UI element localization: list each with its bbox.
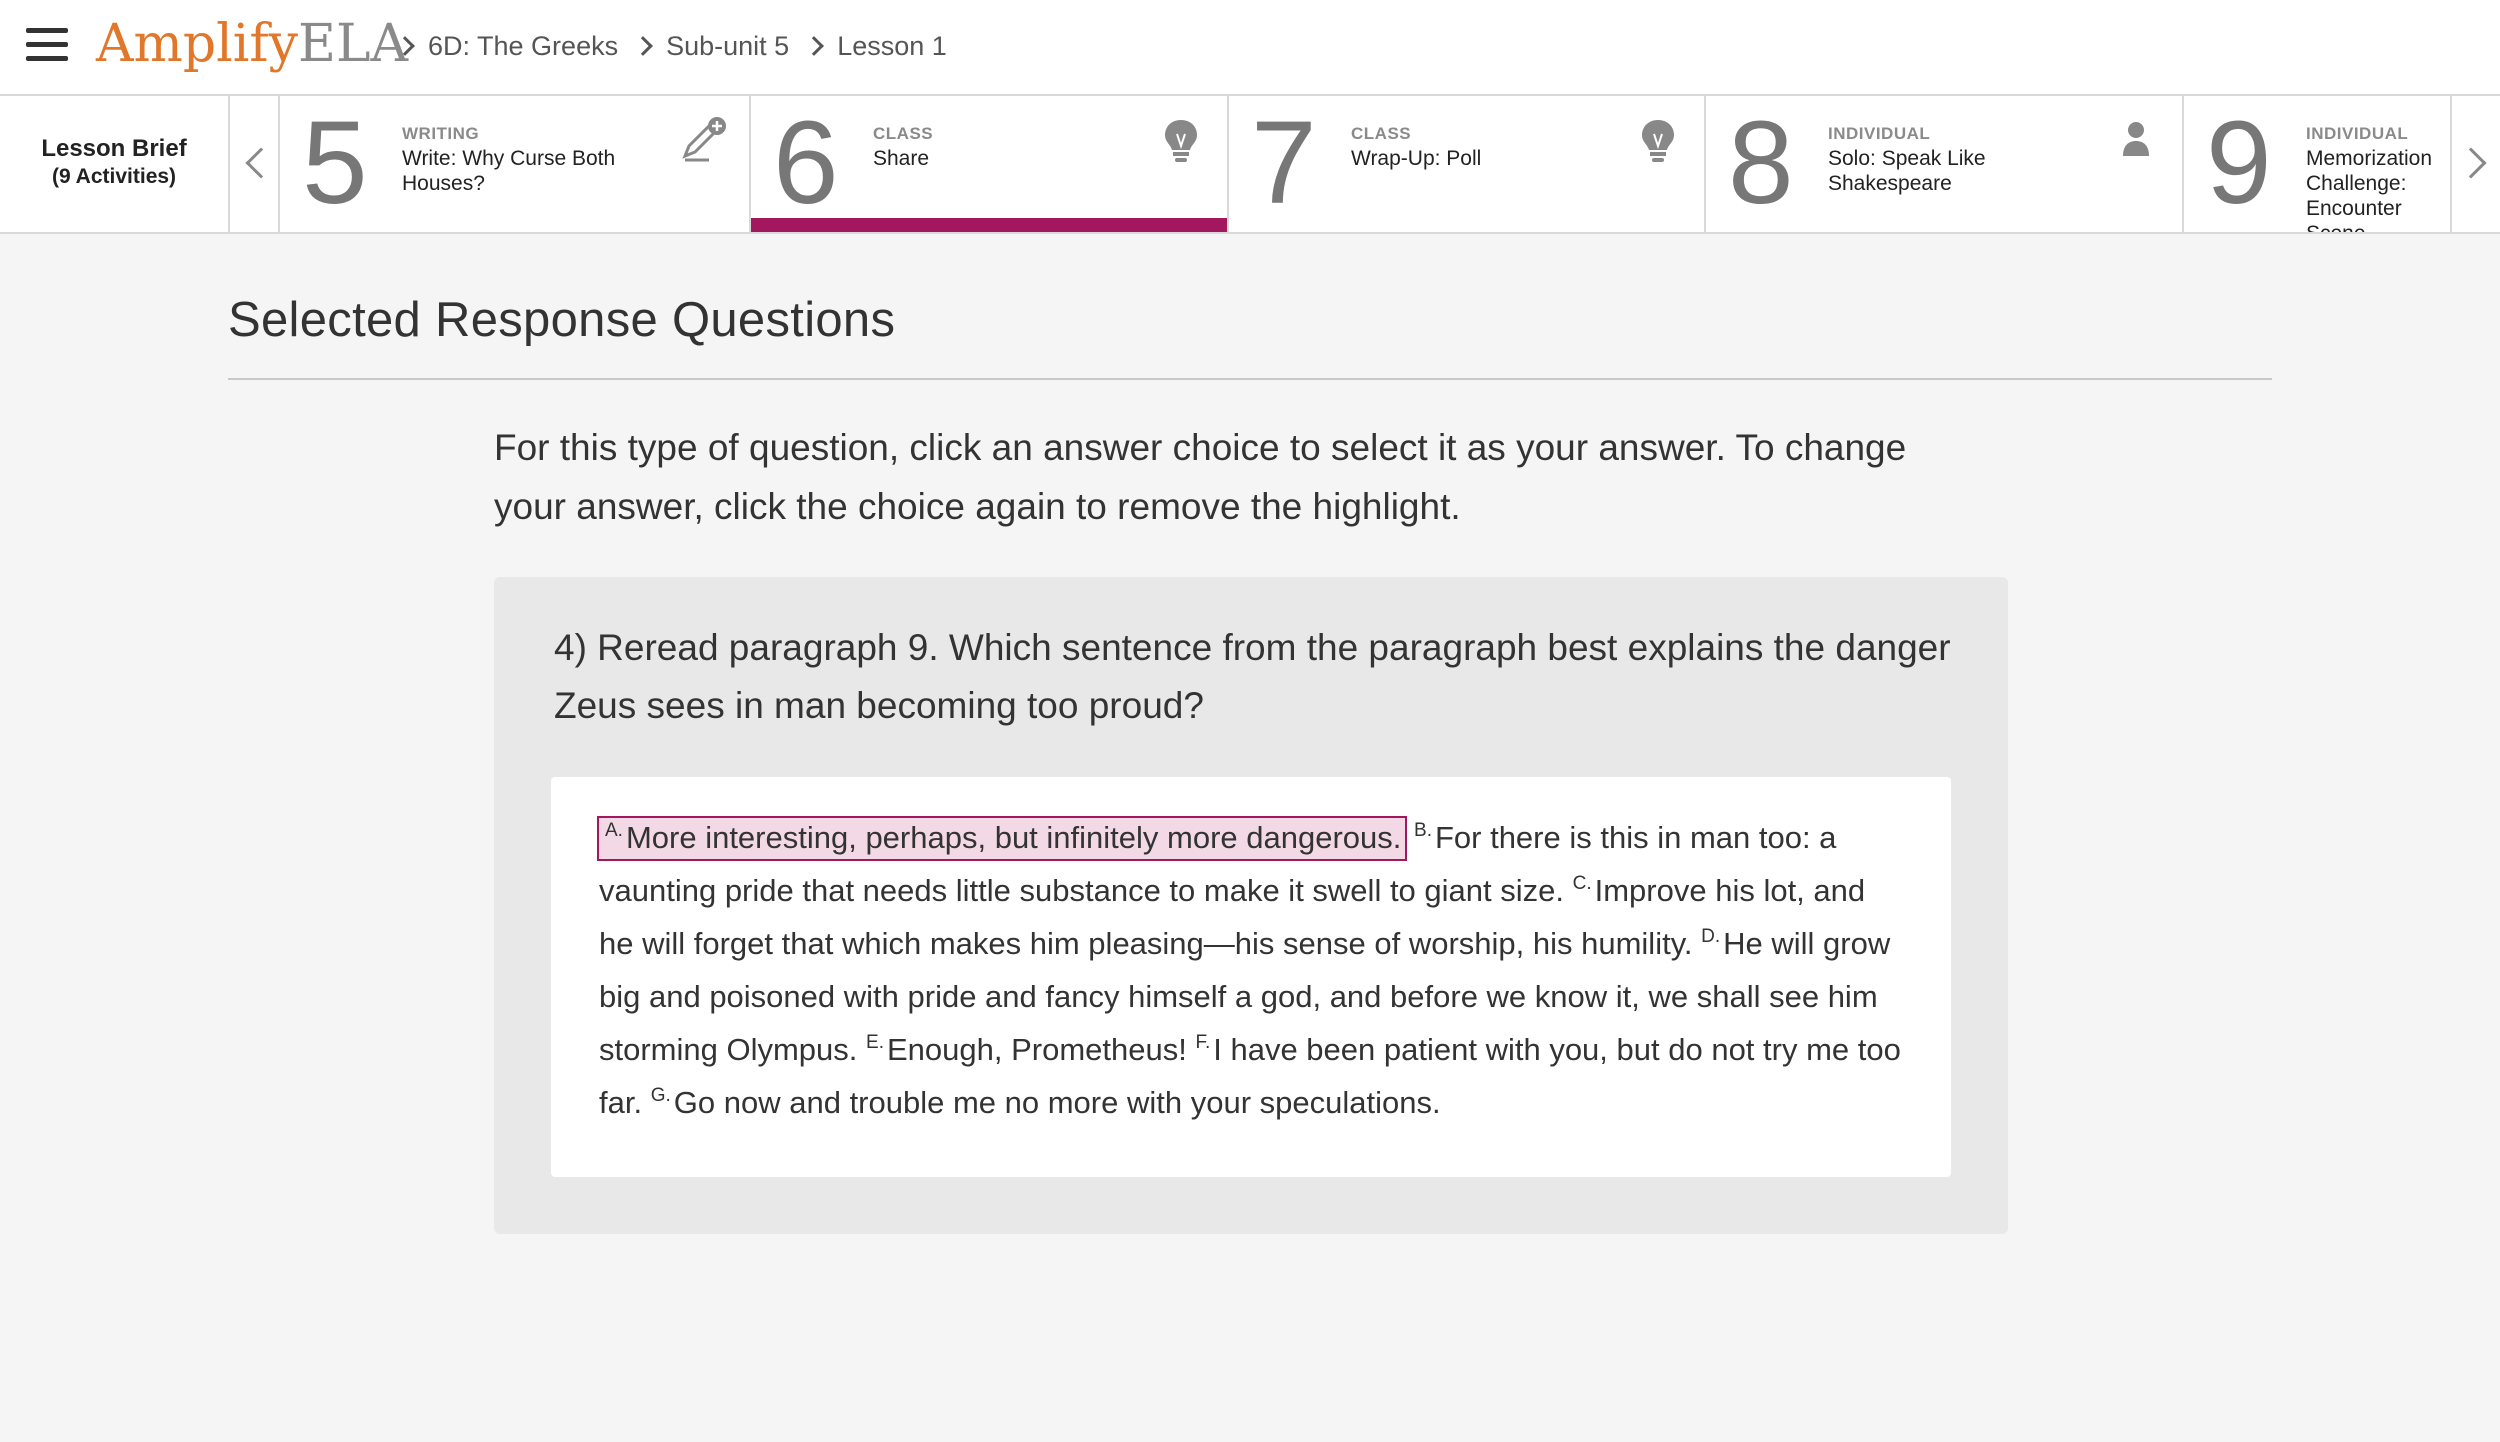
menu-icon[interactable] (26, 28, 68, 62)
person-icon (2123, 122, 2149, 156)
activity-number: 8 (1728, 97, 1794, 229)
logo-brand: Amplify (96, 14, 299, 74)
lesson-brief-count: (9 Activities) (51, 165, 177, 188)
choice-letter: D. (1701, 926, 1721, 947)
section-title: Selected Response Questions (228, 293, 896, 347)
section-divider (228, 378, 2272, 380)
activity-category: CLASS (1351, 124, 1412, 143)
lesson-brief-title: Lesson Brief (41, 135, 187, 162)
activity-category: WRITING (402, 124, 480, 143)
activity-category: INDIVIDUAL (2306, 124, 2409, 143)
choice-text: More interesting, perhaps, but infinitel… (625, 820, 1402, 855)
choice-letter: G. (650, 1085, 671, 1106)
activity-strip: Lesson Brief (9 Activities) 5 WRITING Wr… (0, 96, 2500, 234)
instructions-text: For this type of question, click an answ… (494, 427, 1907, 527)
breadcrumb-unit[interactable]: 6D: The Greeks (428, 31, 618, 62)
amplify-ela-logo[interactable]: AmplifyELA (96, 12, 408, 76)
top-bar: AmplifyELA 6D: The Greeks Sub-unit 5 Les… (0, 0, 2500, 96)
choice-letter: B. (1414, 820, 1432, 841)
chevron-left-icon (245, 147, 277, 179)
answer-choice-a[interactable]: A.More interesting, perhaps, but infinit… (596, 816, 1408, 861)
choice-text: Go now and trouble me no more with your … (673, 1085, 1441, 1120)
activity-title: Share (873, 147, 930, 170)
activity-card-7[interactable]: 7 CLASS Wrap-Up: Poll (1229, 96, 1706, 232)
active-activity-indicator (751, 218, 1227, 232)
next-activities-button[interactable] (2450, 96, 2500, 232)
answer-choice-e[interactable]: E.Enough, Prometheus! (866, 1032, 1187, 1067)
activity-title: Write: Why Curse Both Houses? (402, 147, 616, 195)
lesson-brief-button[interactable]: Lesson Brief (9 Activities) (0, 96, 230, 232)
choice-letter: A. (605, 820, 623, 841)
activity-number: 6 (773, 97, 839, 229)
activity-title: Wrap-Up: Poll (1351, 147, 1482, 170)
activity-title: Solo: Speak Like Shakespeare (1828, 147, 1986, 195)
chevron-right-icon (395, 36, 415, 56)
activity-card-8[interactable]: 8 INDIVIDUAL Solo: Speak Like Shakespear… (1706, 96, 2184, 232)
answer-choice-g[interactable]: G.Go now and trouble me no more with you… (651, 1085, 1441, 1120)
activity-category: INDIVIDUAL (1828, 124, 1931, 143)
pencil-plus-icon (682, 117, 726, 162)
activity-number: 7 (1251, 97, 1317, 229)
question-card: 4) Reread paragraph 9. Which sentence fr… (494, 577, 2008, 1234)
previous-activities-button[interactable] (230, 96, 280, 232)
question-prompt: 4) Reread paragraph 9. Which sentence fr… (554, 627, 1951, 726)
chevron-right-icon (804, 36, 825, 56)
activity-category: CLASS (873, 124, 934, 143)
chevron-right-icon (2455, 147, 2487, 179)
choice-letter: E. (866, 1032, 884, 1053)
choice-letter: C. (1572, 873, 1592, 894)
activity-card-5[interactable]: 5 WRITING Write: Why Curse Both Houses? (280, 96, 751, 232)
breadcrumb-subunit[interactable]: Sub-unit 5 (666, 31, 789, 62)
breadcrumb-lesson[interactable]: Lesson 1 (837, 31, 947, 62)
activity-card-6[interactable]: 6 CLASS Share (751, 96, 1229, 232)
choice-letter: F. (1195, 1032, 1211, 1053)
activity-number: 9 (2206, 97, 2272, 229)
activity-card-9[interactable]: 9 INDIVIDUAL Memorization Challenge: Enc… (2184, 96, 2450, 232)
passage-choices: A.More interesting, perhaps, but infinit… (551, 777, 1951, 1177)
activity-number: 5 (302, 97, 368, 229)
breadcrumb: 6D: The Greeks Sub-unit 5 Lesson 1 (390, 26, 947, 66)
lightbulb-icon (1165, 120, 1197, 162)
activity-title: Memorization Challenge: Encounter Scene (2306, 147, 2433, 232)
lightbulb-icon (1642, 120, 1674, 162)
chevron-right-icon (633, 36, 653, 56)
choice-text: Enough, Prometheus! (886, 1032, 1187, 1067)
